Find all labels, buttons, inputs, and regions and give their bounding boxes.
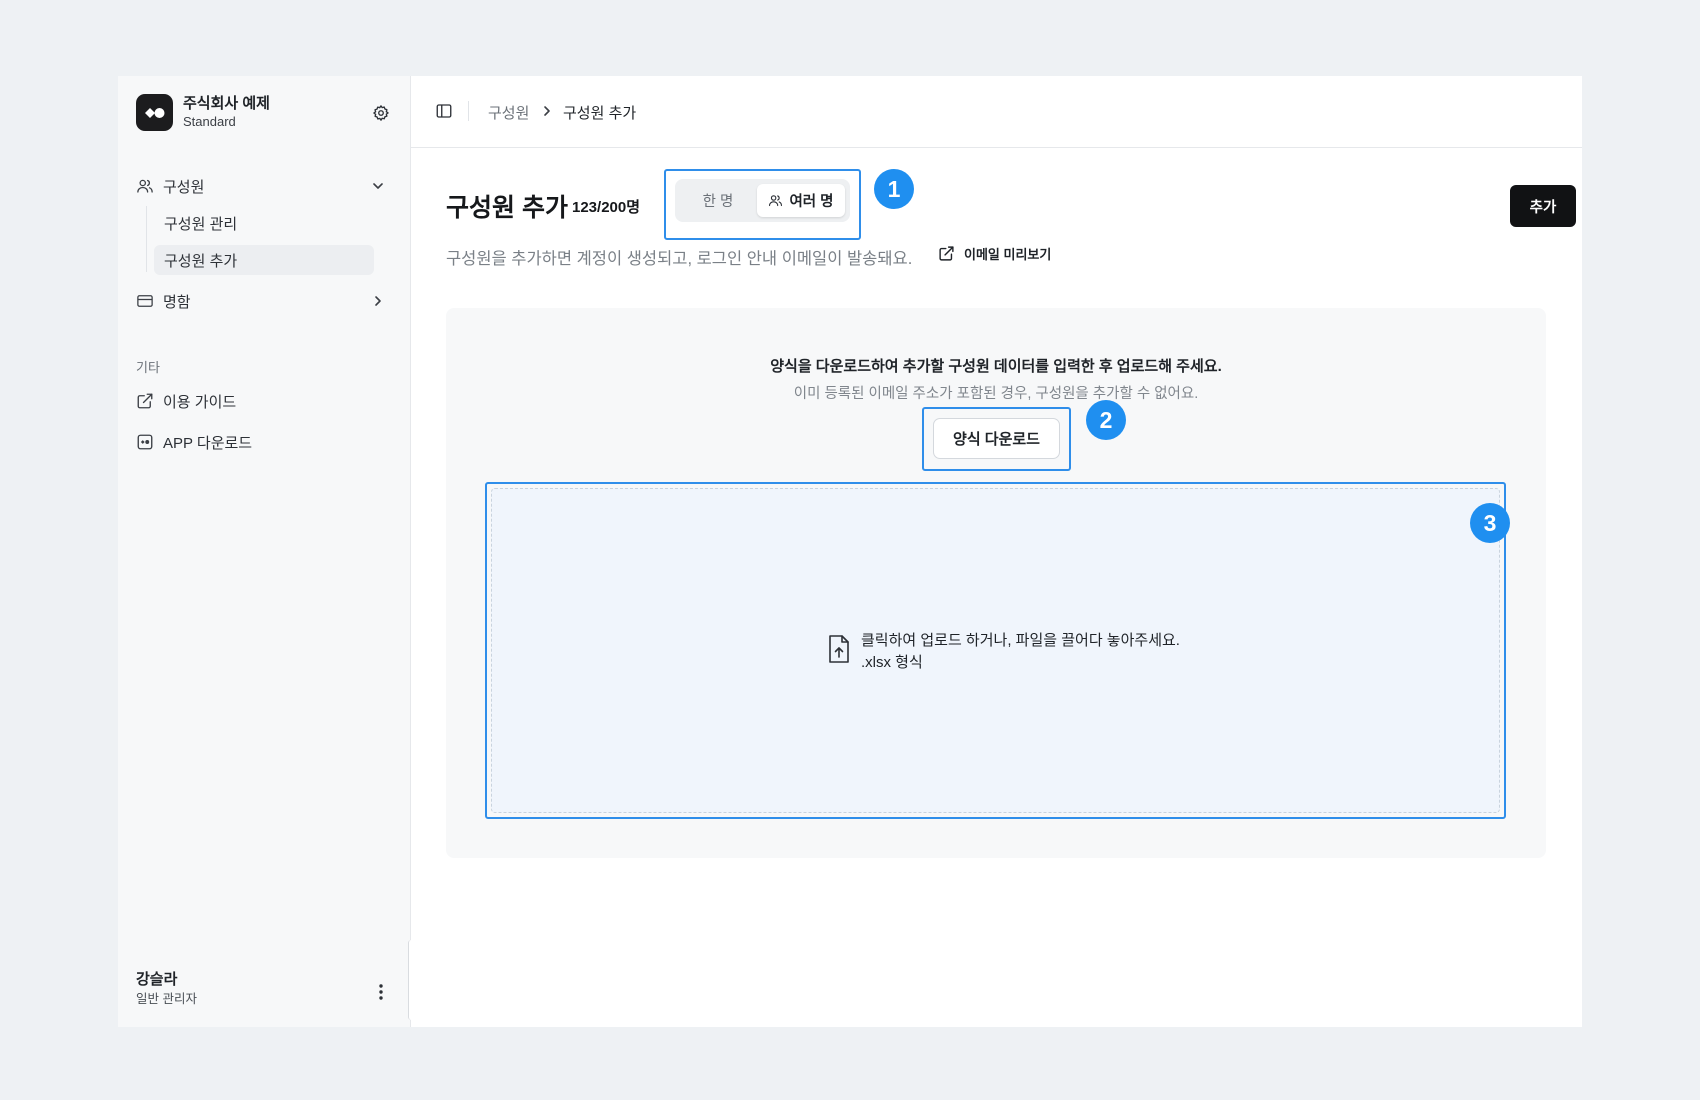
user-name: 강슬라 [136,971,178,988]
dropzone-format: .xlsx 형식 [861,654,923,671]
app-logo-icon [136,94,173,131]
dropzone-content: 클릭하여 업로드 하거나, 파일을 끌어다 놓아주세요. .xlsx 형식 [827,630,1180,674]
mode-toggle: 한 명 여러 명 [675,179,850,222]
annotation-badge-1: 1 [874,169,914,209]
main-content: 구성원 구성원 추가 구성원 추가 123/200명 한 명 여러 명 1 구성… [411,76,1582,1027]
chevron-right-icon [369,292,387,310]
sidebar-item-member-add[interactable]: 구성원 추가 [154,245,374,275]
app-download-icon [135,432,155,452]
sidebar-toggle-icon[interactable] [434,101,454,121]
annotation-badge-2: 2 [1086,400,1126,440]
breadcrumb-item-current: 구성원 추가 [563,105,637,122]
external-link-icon [135,391,155,411]
bulk-upload-panel: 양식을 다운로드하여 추가할 구성원 데이터를 입력한 후 업로드해 주세요. … [446,308,1546,858]
toggle-single[interactable]: 한 명 [681,184,755,217]
email-preview-link[interactable]: 이메일 미리보기 [938,244,1051,263]
org-plan: Standard [183,114,236,129]
org-name: 주식회사 예제 [183,95,270,112]
template-download-button[interactable]: 양식 다운로드 [933,418,1060,459]
dropzone-instruction: 클릭하여 업로드 하거나, 파일을 끌어다 놓아주세요. [861,632,1180,649]
file-dropzone[interactable]: 클릭하여 업로드 하거나, 파일을 끌어다 놓아주세요. .xlsx 형식 [491,488,1500,813]
sidebar-item-cards[interactable]: 명함 [128,286,393,316]
gear-icon[interactable] [371,103,391,123]
card-icon [135,291,155,311]
toggle-multiple[interactable]: 여러 명 [757,184,845,217]
sidebar-item-label: APP 다운로드 [163,434,253,452]
upload-instruction: 양식을 다운로드하여 추가할 구성원 데이터를 입력한 후 업로드해 주세요. [770,358,1222,375]
user-profile: 강슬라 일반 관리자 [136,970,197,1008]
email-preview-label: 이메일 미리보기 [964,247,1052,262]
users-icon [768,193,783,208]
user-role: 일반 관리자 [136,992,197,1006]
member-count: 123/200명 [572,199,641,216]
users-icon [135,176,155,196]
file-upload-icon [829,635,849,663]
sidebar-item-members[interactable]: 구성원 [128,171,393,201]
sidebar-item-app-download[interactable]: APP 다운로드 [128,427,393,457]
sidebar: 주식회사 예제 Standard 구성원 구성원 관리 구성원 추가 명함 기타… [118,76,414,1027]
more-vertical-icon[interactable] [371,980,391,1004]
sidebar-item-label: 명함 [163,293,191,311]
chevron-down-icon [369,177,387,195]
page-subtitle: 구성원을 추가하면 계정이 생성되고, 로그인 안내 이메일이 발송돼요. [446,250,913,268]
sidebar-item-label: 구성원 [163,178,205,196]
sidebar-item-member-manage[interactable]: 구성원 관리 [154,208,374,238]
org-header: 주식회사 예제 Standard [136,94,270,131]
submenu-guide-line [146,206,147,272]
page-title: 구성원 추가 [446,194,568,222]
add-button[interactable]: 추가 [1510,185,1576,227]
annotation-badge-3: 3 [1470,503,1510,543]
breadcrumb-item-members[interactable]: 구성원 [488,102,529,123]
external-link-icon [939,246,954,261]
upload-note: 이미 등록된 이메일 주소가 포함된 경우, 구성원을 추가할 수 없어요. [793,386,1199,402]
divider [468,101,469,121]
chevron-right-icon [540,104,554,118]
section-label: 기타 [136,360,160,375]
toggle-multiple-label: 여러 명 [789,194,834,210]
sidebar-item-label: 이용 가이드 [163,393,237,411]
sidebar-item-guide[interactable]: 이용 가이드 [128,386,393,416]
app-window: 주식회사 예제 Standard 구성원 구성원 관리 구성원 추가 명함 기타… [118,76,1582,1027]
top-bar: 구성원 구성원 추가 [411,76,1582,148]
